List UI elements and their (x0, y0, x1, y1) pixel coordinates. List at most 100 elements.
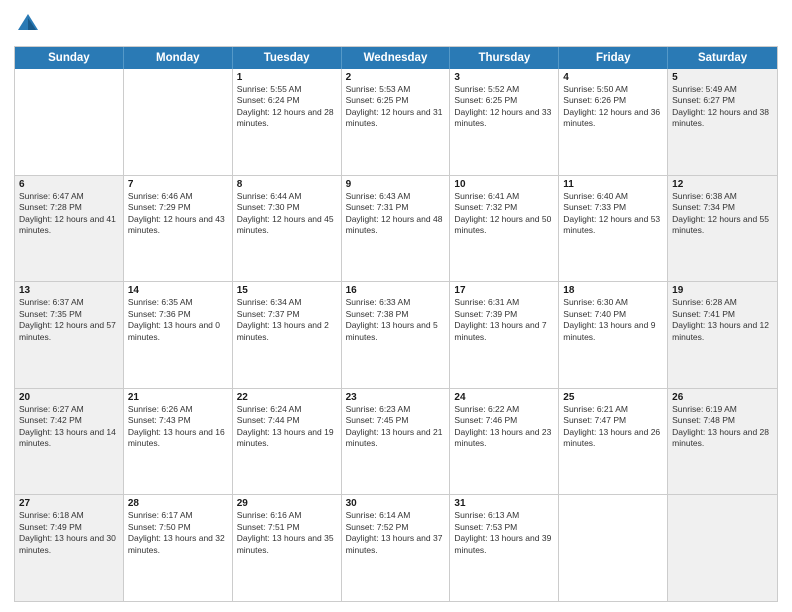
day-cell-20: 20Sunrise: 6:27 AM Sunset: 7:42 PM Dayli… (15, 389, 124, 495)
day-info: Sunrise: 6:31 AM Sunset: 7:39 PM Dayligh… (454, 297, 554, 343)
day-info: Sunrise: 6:19 AM Sunset: 7:48 PM Dayligh… (672, 404, 773, 450)
day-number: 31 (454, 498, 554, 509)
weekday-header-saturday: Saturday (668, 47, 777, 69)
day-number: 30 (346, 498, 446, 509)
day-info: Sunrise: 6:30 AM Sunset: 7:40 PM Dayligh… (563, 297, 663, 343)
day-number: 23 (346, 392, 446, 403)
calendar-row-4: 27Sunrise: 6:18 AM Sunset: 7:49 PM Dayli… (15, 494, 777, 601)
day-cell-16: 16Sunrise: 6:33 AM Sunset: 7:38 PM Dayli… (342, 282, 451, 388)
calendar-header: SundayMondayTuesdayWednesdayThursdayFrid… (15, 47, 777, 69)
day-cell-2: 2Sunrise: 5:53 AM Sunset: 6:25 PM Daylig… (342, 69, 451, 175)
day-number: 3 (454, 72, 554, 83)
day-info: Sunrise: 6:14 AM Sunset: 7:52 PM Dayligh… (346, 510, 446, 556)
calendar-row-2: 13Sunrise: 6:37 AM Sunset: 7:35 PM Dayli… (15, 281, 777, 388)
day-cell-19: 19Sunrise: 6:28 AM Sunset: 7:41 PM Dayli… (668, 282, 777, 388)
day-number: 27 (19, 498, 119, 509)
day-number: 9 (346, 179, 446, 190)
day-cell-1: 1Sunrise: 5:55 AM Sunset: 6:24 PM Daylig… (233, 69, 342, 175)
day-cell-13: 13Sunrise: 6:37 AM Sunset: 7:35 PM Dayli… (15, 282, 124, 388)
day-number: 19 (672, 285, 773, 296)
weekday-header-sunday: Sunday (15, 47, 124, 69)
day-cell-8: 8Sunrise: 6:44 AM Sunset: 7:30 PM Daylig… (233, 176, 342, 282)
day-cell-7: 7Sunrise: 6:46 AM Sunset: 7:29 PM Daylig… (124, 176, 233, 282)
day-cell-18: 18Sunrise: 6:30 AM Sunset: 7:40 PM Dayli… (559, 282, 668, 388)
calendar-row-0: 1Sunrise: 5:55 AM Sunset: 6:24 PM Daylig… (15, 69, 777, 175)
day-cell-30: 30Sunrise: 6:14 AM Sunset: 7:52 PM Dayli… (342, 495, 451, 601)
day-number: 22 (237, 392, 337, 403)
weekday-header-thursday: Thursday (450, 47, 559, 69)
day-number: 29 (237, 498, 337, 509)
calendar: SundayMondayTuesdayWednesdayThursdayFrid… (14, 46, 778, 602)
day-cell-26: 26Sunrise: 6:19 AM Sunset: 7:48 PM Dayli… (668, 389, 777, 495)
day-info: Sunrise: 6:37 AM Sunset: 7:35 PM Dayligh… (19, 297, 119, 343)
day-info: Sunrise: 6:21 AM Sunset: 7:47 PM Dayligh… (563, 404, 663, 450)
day-number: 1 (237, 72, 337, 83)
day-cell-14: 14Sunrise: 6:35 AM Sunset: 7:36 PM Dayli… (124, 282, 233, 388)
day-info: Sunrise: 5:49 AM Sunset: 6:27 PM Dayligh… (672, 84, 773, 130)
day-cell-29: 29Sunrise: 6:16 AM Sunset: 7:51 PM Dayli… (233, 495, 342, 601)
day-info: Sunrise: 6:23 AM Sunset: 7:45 PM Dayligh… (346, 404, 446, 450)
day-number: 17 (454, 285, 554, 296)
day-number: 10 (454, 179, 554, 190)
empty-cell-0-0 (15, 69, 124, 175)
day-cell-6: 6Sunrise: 6:47 AM Sunset: 7:28 PM Daylig… (15, 176, 124, 282)
day-number: 24 (454, 392, 554, 403)
day-cell-17: 17Sunrise: 6:31 AM Sunset: 7:39 PM Dayli… (450, 282, 559, 388)
weekday-header-wednesday: Wednesday (342, 47, 451, 69)
weekday-header-monday: Monday (124, 47, 233, 69)
empty-cell-4-6 (668, 495, 777, 601)
day-cell-24: 24Sunrise: 6:22 AM Sunset: 7:46 PM Dayli… (450, 389, 559, 495)
day-number: 5 (672, 72, 773, 83)
day-number: 18 (563, 285, 663, 296)
day-cell-28: 28Sunrise: 6:17 AM Sunset: 7:50 PM Dayli… (124, 495, 233, 601)
empty-cell-0-1 (124, 69, 233, 175)
day-info: Sunrise: 6:28 AM Sunset: 7:41 PM Dayligh… (672, 297, 773, 343)
day-info: Sunrise: 6:34 AM Sunset: 7:37 PM Dayligh… (237, 297, 337, 343)
day-info: Sunrise: 6:44 AM Sunset: 7:30 PM Dayligh… (237, 191, 337, 237)
calendar-row-3: 20Sunrise: 6:27 AM Sunset: 7:42 PM Dayli… (15, 388, 777, 495)
day-number: 7 (128, 179, 228, 190)
day-number: 16 (346, 285, 446, 296)
day-info: Sunrise: 6:26 AM Sunset: 7:43 PM Dayligh… (128, 404, 228, 450)
weekday-header-tuesday: Tuesday (233, 47, 342, 69)
empty-cell-4-5 (559, 495, 668, 601)
day-info: Sunrise: 6:24 AM Sunset: 7:44 PM Dayligh… (237, 404, 337, 450)
day-number: 12 (672, 179, 773, 190)
day-cell-23: 23Sunrise: 6:23 AM Sunset: 7:45 PM Dayli… (342, 389, 451, 495)
day-cell-22: 22Sunrise: 6:24 AM Sunset: 7:44 PM Dayli… (233, 389, 342, 495)
day-info: Sunrise: 6:18 AM Sunset: 7:49 PM Dayligh… (19, 510, 119, 556)
day-cell-12: 12Sunrise: 6:38 AM Sunset: 7:34 PM Dayli… (668, 176, 777, 282)
day-info: Sunrise: 6:17 AM Sunset: 7:50 PM Dayligh… (128, 510, 228, 556)
day-cell-5: 5Sunrise: 5:49 AM Sunset: 6:27 PM Daylig… (668, 69, 777, 175)
day-cell-25: 25Sunrise: 6:21 AM Sunset: 7:47 PM Dayli… (559, 389, 668, 495)
day-number: 21 (128, 392, 228, 403)
day-number: 20 (19, 392, 119, 403)
page: SundayMondayTuesdayWednesdayThursdayFrid… (0, 0, 792, 612)
day-number: 13 (19, 285, 119, 296)
day-info: Sunrise: 6:35 AM Sunset: 7:36 PM Dayligh… (128, 297, 228, 343)
day-info: Sunrise: 6:16 AM Sunset: 7:51 PM Dayligh… (237, 510, 337, 556)
day-info: Sunrise: 5:52 AM Sunset: 6:25 PM Dayligh… (454, 84, 554, 130)
logo (14, 10, 46, 38)
calendar-body: 1Sunrise: 5:55 AM Sunset: 6:24 PM Daylig… (15, 69, 777, 601)
weekday-header-friday: Friday (559, 47, 668, 69)
day-cell-4: 4Sunrise: 5:50 AM Sunset: 6:26 PM Daylig… (559, 69, 668, 175)
day-number: 26 (672, 392, 773, 403)
day-number: 8 (237, 179, 337, 190)
day-number: 4 (563, 72, 663, 83)
logo-icon (14, 10, 42, 38)
day-info: Sunrise: 6:47 AM Sunset: 7:28 PM Dayligh… (19, 191, 119, 237)
day-number: 28 (128, 498, 228, 509)
day-info: Sunrise: 5:53 AM Sunset: 6:25 PM Dayligh… (346, 84, 446, 130)
calendar-row-1: 6Sunrise: 6:47 AM Sunset: 7:28 PM Daylig… (15, 175, 777, 282)
day-number: 2 (346, 72, 446, 83)
day-info: Sunrise: 6:22 AM Sunset: 7:46 PM Dayligh… (454, 404, 554, 450)
day-info: Sunrise: 6:40 AM Sunset: 7:33 PM Dayligh… (563, 191, 663, 237)
day-info: Sunrise: 6:41 AM Sunset: 7:32 PM Dayligh… (454, 191, 554, 237)
day-info: Sunrise: 6:13 AM Sunset: 7:53 PM Dayligh… (454, 510, 554, 556)
day-cell-9: 9Sunrise: 6:43 AM Sunset: 7:31 PM Daylig… (342, 176, 451, 282)
day-cell-15: 15Sunrise: 6:34 AM Sunset: 7:37 PM Dayli… (233, 282, 342, 388)
day-cell-11: 11Sunrise: 6:40 AM Sunset: 7:33 PM Dayli… (559, 176, 668, 282)
day-info: Sunrise: 6:43 AM Sunset: 7:31 PM Dayligh… (346, 191, 446, 237)
day-info: Sunrise: 5:55 AM Sunset: 6:24 PM Dayligh… (237, 84, 337, 130)
